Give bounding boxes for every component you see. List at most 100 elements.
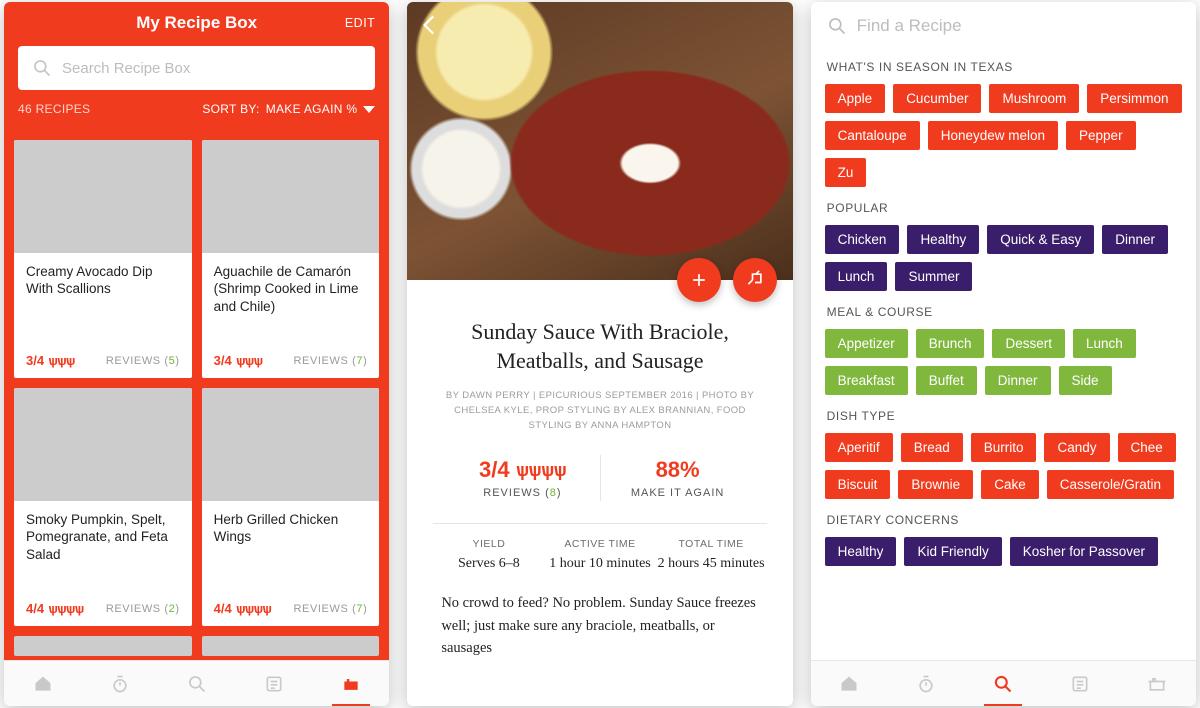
time-row: YIELD Serves 6–8 ACTIVE TIME 1 hour 10 m… bbox=[433, 538, 766, 572]
filter-chip[interactable]: Persimmon bbox=[1087, 84, 1181, 113]
title-bar: My Recipe Box EDIT bbox=[18, 10, 375, 36]
filter-chip[interactable]: Casserole/Gratin bbox=[1047, 470, 1174, 499]
filter-chip[interactable]: Chicken bbox=[825, 225, 900, 254]
filter-chip[interactable]: Bread bbox=[901, 433, 963, 462]
search-input[interactable] bbox=[62, 60, 361, 77]
recipe-thumb bbox=[14, 388, 192, 501]
hero-image bbox=[407, 2, 792, 280]
recipe-title: Sunday Sauce With Braciole, Meatballs, a… bbox=[433, 318, 766, 375]
section-title: WHAT'S IN SEASON IN TEXAS bbox=[827, 60, 1180, 74]
filter-chip[interactable]: Kid Friendly bbox=[904, 537, 1001, 566]
tab-recipe-box[interactable] bbox=[1144, 671, 1170, 697]
search-icon bbox=[827, 16, 847, 36]
filter-chip[interactable]: Quick & Easy bbox=[987, 225, 1094, 254]
filter-chip[interactable]: Pepper bbox=[1066, 121, 1136, 150]
tab-search[interactable] bbox=[990, 671, 1016, 697]
filter-chip[interactable]: Side bbox=[1059, 366, 1112, 395]
tab-timer[interactable] bbox=[107, 671, 133, 697]
stat-make-again: 88% MAKE IT AGAIN bbox=[600, 455, 755, 501]
sort-value: MAKE AGAIN % bbox=[266, 102, 358, 116]
share-button[interactable] bbox=[733, 258, 777, 302]
reviews: REVIEWS (2) bbox=[106, 603, 180, 615]
filter-chip[interactable]: Candy bbox=[1044, 433, 1109, 462]
sort-button[interactable]: SORT BY: MAKE AGAIN % bbox=[202, 102, 375, 116]
chip-row: AppleCucumber Mushroom Persimmon Cantaloupe… bbox=[825, 84, 1182, 187]
filter-chip[interactable]: Chee bbox=[1118, 433, 1176, 462]
section-title: DIETARY CONCERNS bbox=[827, 513, 1180, 527]
filter-chip[interactable]: Cake bbox=[981, 470, 1039, 499]
tab-bar bbox=[4, 660, 389, 706]
chip-row: Appetizer BrunchDessert Lunch Breakfast Buff… bbox=[825, 329, 1182, 395]
tab-bar bbox=[811, 660, 1196, 706]
filter-chip[interactable]: Healthy bbox=[907, 225, 979, 254]
recipe-card[interactable]: Smoky Pumpkin, Spelt, Pomegranate, and F… bbox=[14, 388, 192, 626]
search-bar[interactable] bbox=[18, 46, 375, 90]
tab-search[interactable] bbox=[184, 671, 210, 697]
screen-recipe-detail: Sunday Sauce With Braciole, Meatballs, a… bbox=[407, 2, 792, 706]
reviews: REVIEWS (7) bbox=[293, 355, 367, 367]
recipe-title: Creamy Avocado Dip With Scallions bbox=[26, 263, 180, 298]
rating: 3/4ѱѱѱ bbox=[26, 353, 74, 368]
filter-chip[interactable]: Summer bbox=[895, 262, 972, 291]
tab-timer[interactable] bbox=[913, 671, 939, 697]
recipe-card[interactable]: Creamy Avocado Dip With Scallions 3/4ѱѱѱ… bbox=[14, 140, 192, 378]
reviews: REVIEWS (5) bbox=[106, 355, 180, 367]
filter-chip[interactable]: Cucumber bbox=[893, 84, 981, 113]
filter-chip[interactable]: Zu bbox=[825, 158, 867, 187]
toolbar: 46 RECIPES SORT BY: MAKE AGAIN % bbox=[18, 102, 375, 116]
tab-list[interactable] bbox=[261, 671, 287, 697]
recipe-card[interactable]: Herb Grilled Chicken Wings 4/4ѱѱѱѱ REVIE… bbox=[202, 388, 380, 626]
reviews: REVIEWS (7) bbox=[293, 603, 367, 615]
recipe-title: Smoky Pumpkin, Spelt, Pomegranate, and F… bbox=[26, 511, 180, 563]
filter-chip[interactable]: Appetizer bbox=[825, 329, 908, 358]
edit-button[interactable]: EDIT bbox=[345, 16, 375, 30]
filter-chip[interactable]: Cantaloupe bbox=[825, 121, 920, 150]
search-bar[interactable] bbox=[811, 2, 1196, 46]
page-title: My Recipe Box bbox=[136, 13, 257, 33]
filter-chip[interactable]: Kosher for Passover bbox=[1010, 537, 1158, 566]
filter-chip[interactable]: Dinner bbox=[985, 366, 1051, 395]
detail-body: Sunday Sauce With Braciole, Meatballs, a… bbox=[407, 280, 792, 674]
search-input[interactable] bbox=[857, 16, 1180, 36]
filter-chip[interactable]: Biscuit bbox=[825, 470, 891, 499]
recipe-thumb bbox=[202, 140, 380, 253]
filter-chip[interactable]: Aperitif bbox=[825, 433, 893, 462]
chip-row: HealthyKid Friendly Kosher for Passover bbox=[825, 537, 1182, 566]
filter-chip[interactable]: Dessert bbox=[992, 329, 1065, 358]
filter-chip[interactable]: Breakfast bbox=[825, 366, 908, 395]
filter-chip[interactable]: Apple bbox=[825, 84, 886, 113]
recipe-card[interactable]: Aguachile de Camarón (Shrimp Cooked in L… bbox=[202, 140, 380, 378]
rating: 3/4ѱѱѱ bbox=[214, 353, 262, 368]
tab-home[interactable] bbox=[836, 671, 862, 697]
filter-chip[interactable]: Mushroom bbox=[989, 84, 1079, 113]
section-title: POPULAR bbox=[827, 201, 1180, 215]
section-title: DISH TYPE bbox=[827, 409, 1180, 423]
recipe-card[interactable] bbox=[14, 636, 192, 656]
filter-chip[interactable]: Burrito bbox=[971, 433, 1037, 462]
screen-recipe-box: My Recipe Box EDIT 46 RECIPES SORT BY: M… bbox=[4, 2, 389, 706]
recipe-card[interactable] bbox=[202, 636, 380, 656]
chevron-down-icon bbox=[363, 106, 375, 113]
section-title: MEAL & COURSE bbox=[827, 305, 1180, 319]
filter-chip[interactable]: Dinner bbox=[1102, 225, 1168, 254]
filter-chip[interactable]: Honeydew melon bbox=[928, 121, 1058, 150]
tab-list[interactable] bbox=[1067, 671, 1093, 697]
add-button[interactable] bbox=[677, 258, 721, 302]
filter-chip[interactable]: Lunch bbox=[1073, 329, 1136, 358]
back-button[interactable] bbox=[417, 12, 443, 43]
description: No crowd to feed? No problem. Sunday Sau… bbox=[441, 592, 758, 659]
filter-chip[interactable]: Lunch bbox=[825, 262, 888, 291]
filter-list[interactable]: WHAT'S IN SEASON IN TEXAS AppleCucumber Mu… bbox=[811, 46, 1196, 660]
filter-chip[interactable]: Buffet bbox=[916, 366, 977, 395]
divider bbox=[433, 523, 766, 524]
tab-home[interactable] bbox=[30, 671, 56, 697]
filter-chip[interactable]: Brunch bbox=[916, 329, 985, 358]
tab-recipe-box[interactable] bbox=[338, 671, 364, 697]
recipe-title: Herb Grilled Chicken Wings bbox=[214, 511, 368, 546]
filter-chip[interactable]: Healthy bbox=[825, 537, 897, 566]
filter-chip[interactable]: Brownie bbox=[898, 470, 973, 499]
recipe-thumb bbox=[14, 140, 192, 253]
stats-row: 3/4ѱѱѱѱ REVIEWS (8) 88% MAKE IT AGAIN bbox=[445, 455, 754, 501]
recipe-title: Aguachile de Camarón (Shrimp Cooked in L… bbox=[214, 263, 368, 315]
byline: BY DAWN PERRY | EPICURIOUS SEPTEMBER 201… bbox=[433, 389, 766, 433]
